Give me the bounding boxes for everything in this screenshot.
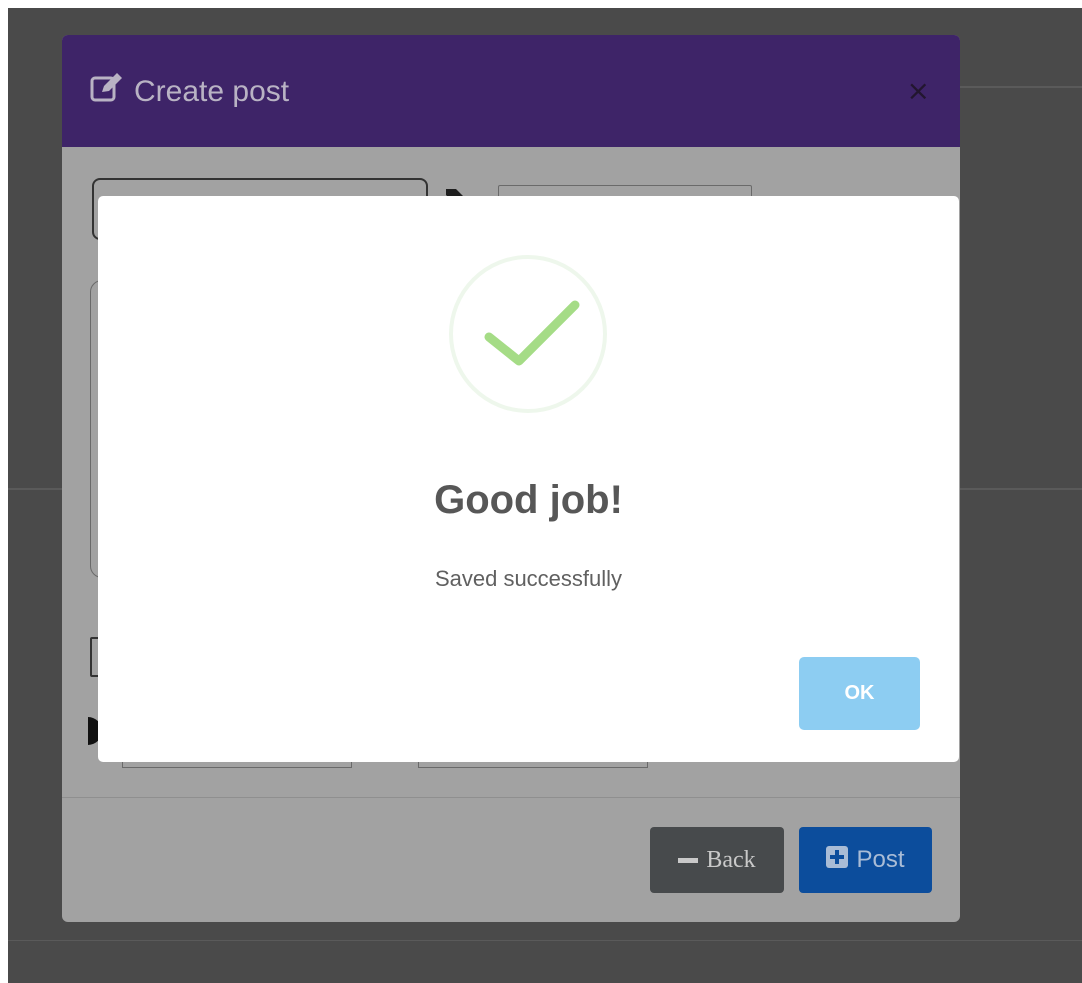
dialog-message: Saved successfully bbox=[434, 566, 623, 591]
background-divider bbox=[8, 940, 1082, 941]
back-button-label: Back bbox=[706, 846, 756, 873]
back-button[interactable]: Back bbox=[650, 827, 784, 893]
background-divider bbox=[958, 488, 1082, 490]
close-button[interactable]: × bbox=[907, 77, 930, 105]
success-dialog: Good job! Saved successfully OK bbox=[98, 196, 959, 762]
plus-square-icon bbox=[826, 845, 849, 875]
modal-header: Create post × bbox=[62, 35, 960, 147]
ok-button[interactable]: OK bbox=[799, 657, 920, 730]
post-button-label: Post bbox=[856, 846, 905, 873]
check-icon bbox=[484, 300, 580, 366]
success-icon-ring bbox=[449, 255, 607, 413]
post-button[interactable]: Post bbox=[799, 827, 932, 893]
modal-title: Create post bbox=[134, 75, 290, 108]
background-divider bbox=[958, 86, 1082, 88]
minus-icon bbox=[678, 857, 699, 863]
modal-footer-divider bbox=[62, 797, 960, 798]
edit-icon bbox=[90, 73, 124, 111]
modal-title-group: Create post bbox=[90, 73, 289, 111]
dialog-title: Good job! bbox=[434, 478, 623, 522]
